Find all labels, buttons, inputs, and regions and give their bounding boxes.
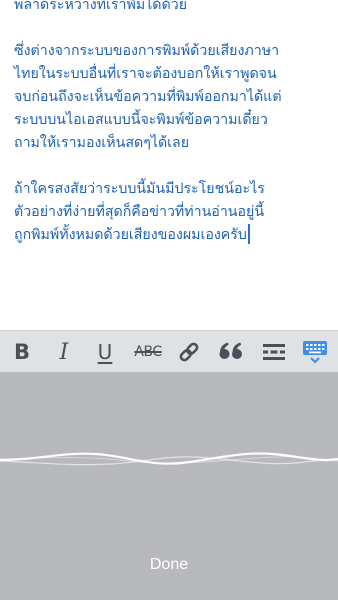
format-toolbar: B I U ABC (0, 330, 338, 372)
editor-line: ถ้าใครสงสัยว่าระบบนี้มันมีประโยชน์อะไร (14, 181, 265, 197)
editor-line: ตัวอย่างที่ง่ายที่สุดก็คือข่าวที่ท่านอ่า… (14, 204, 265, 220)
editor-line: ระบบบนไอเอสแบบนี้จะพิมพ์ข้อความเดี๋ยว (14, 112, 268, 128)
italic-button[interactable]: I (50, 331, 78, 373)
link-icon (179, 342, 199, 362)
text-caret (247, 224, 250, 244)
editor-line: พลาดระหว่างที่เราพิมได้ด้วย (14, 0, 188, 13)
editor-line-text: ถูกพิมพ์ทั้งหมดด้วยเสียงของผมเองครับ (14, 227, 247, 243)
dictation-panel: Done (0, 372, 338, 600)
editor-line: ไทยในระบบอื่นที่เราจะต้องบอกให้เราพูดจน (14, 66, 277, 82)
editor-line: จบก่อนถึงจะเห็นข้อความที่พิมพ์ออกมาได้แต… (14, 89, 282, 105)
voice-waveform (0, 452, 338, 466)
hide-keyboard-button[interactable] (298, 331, 332, 373)
done-button[interactable]: Done (119, 550, 219, 580)
more-divider-button[interactable] (258, 331, 290, 373)
more-divider-icon (263, 344, 285, 360)
underline-button[interactable]: U (91, 331, 119, 373)
screen: พลาดระหว่างที่เราพิมได้ด้วย ซึ่งต่างจากร… (0, 0, 338, 600)
quote-button[interactable] (216, 331, 246, 373)
keyboard-hide-icon (303, 341, 327, 364)
editor-line: ถามให้เรามองเห็นสดๆได้เลย (14, 135, 190, 151)
editor-content[interactable]: พลาดระหว่างที่เราพิมได้ด้วย ซึ่งต่างจากร… (14, 0, 330, 247)
editor-line: ซึ่งต่างจากระบบของการพิมพ์ด้วยเสียงภาษา (14, 43, 280, 59)
bold-button[interactable]: B (8, 331, 36, 373)
text-editor[interactable]: พลาดระหว่างที่เราพิมได้ด้วย ซึ่งต่างจากร… (0, 0, 338, 330)
editor-line-last: ถูกพิมพ์ทั้งหมดด้วยเสียงของผมเองครับ (14, 224, 330, 247)
link-button[interactable] (174, 331, 204, 373)
strikethrough-button[interactable]: ABC (128, 331, 168, 373)
quote-icon (219, 342, 242, 359)
